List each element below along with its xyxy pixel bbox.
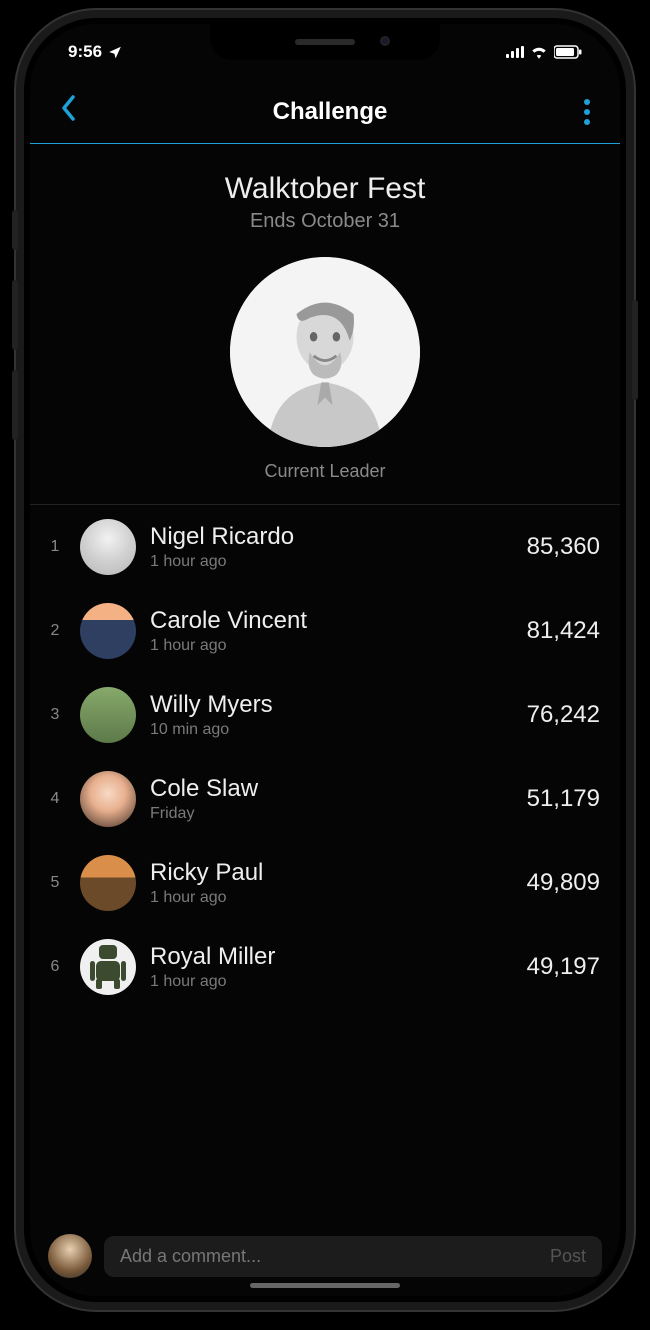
comment-input[interactable]: Add a comment... Post xyxy=(104,1236,602,1277)
home-indicator[interactable] xyxy=(250,1283,400,1288)
participant-score: 51,179 xyxy=(527,785,600,813)
participant-updated: 1 hour ago xyxy=(150,637,513,655)
participant-avatar[interactable] xyxy=(80,603,136,659)
participant-updated: 1 hour ago xyxy=(150,889,513,907)
comment-placeholder: Add a comment... xyxy=(120,1246,261,1267)
rank-number: 4 xyxy=(44,790,66,808)
notch xyxy=(210,24,440,60)
leader-avatar[interactable] xyxy=(230,257,420,447)
leaderboard-list[interactable]: 1 Nigel Ricardo 1 hour ago 85,360 2 Caro… xyxy=(30,505,620,1224)
participant-avatar[interactable] xyxy=(80,855,136,911)
challenge-header: Walktober Fest Ends October 31 xyxy=(30,144,620,505)
rank-number: 2 xyxy=(44,622,66,640)
dot-icon xyxy=(584,109,590,115)
leaderboard-row[interactable]: 2 Carole Vincent 1 hour ago 81,424 xyxy=(30,589,620,673)
participant-updated: 1 hour ago xyxy=(150,553,513,571)
leaderboard-row[interactable]: 3 Willy Myers 10 min ago 76,242 xyxy=(30,673,620,757)
dot-icon xyxy=(584,119,590,125)
speaker-grille xyxy=(295,39,355,45)
participant-name: Cole Slaw xyxy=(150,775,513,803)
participant-updated: 10 min ago xyxy=(150,721,513,739)
participant-updated: 1 hour ago xyxy=(150,973,513,991)
volume-up-button xyxy=(12,280,18,350)
cellular-icon xyxy=(506,46,524,58)
participant-score: 85,360 xyxy=(527,533,600,561)
participant-updated: Friday xyxy=(150,805,513,823)
wifi-icon xyxy=(530,45,548,59)
participant-avatar[interactable] xyxy=(80,771,136,827)
leaderboard-row[interactable]: 6 Royal Miller 1 hour ago 4 xyxy=(30,925,620,1009)
side-button xyxy=(12,210,18,250)
back-button[interactable] xyxy=(52,88,84,135)
navbar: Challenge xyxy=(30,80,620,144)
more-options-button[interactable] xyxy=(576,91,598,133)
participant-score: 81,424 xyxy=(527,617,600,645)
participant-score: 49,809 xyxy=(527,869,600,897)
challenge-end-date: Ends October 31 xyxy=(30,210,620,233)
challenge-name: Walktober Fest xyxy=(30,172,620,206)
screen: 9:56 xyxy=(30,24,620,1296)
participant-name: Ricky Paul xyxy=(150,859,513,887)
robot-icon xyxy=(91,945,125,989)
page-title: Challenge xyxy=(273,98,388,126)
participant-name: Royal Miller xyxy=(150,943,513,971)
participant-score: 49,197 xyxy=(527,953,600,981)
front-camera xyxy=(380,36,390,46)
post-button[interactable]: Post xyxy=(550,1246,586,1267)
leaderboard-row[interactable]: 4 Cole Slaw Friday 51,179 xyxy=(30,757,620,841)
rank-number: 5 xyxy=(44,874,66,892)
participant-name: Carole Vincent xyxy=(150,607,513,635)
participant-avatar[interactable] xyxy=(80,519,136,575)
leaderboard-row[interactable]: 5 Ricky Paul 1 hour ago 49,809 xyxy=(30,841,620,925)
rank-number: 6 xyxy=(44,958,66,976)
rank-number: 3 xyxy=(44,706,66,724)
participant-score: 76,242 xyxy=(527,701,600,729)
power-button xyxy=(632,300,638,400)
rank-number: 1 xyxy=(44,538,66,556)
location-icon xyxy=(108,45,122,59)
user-avatar[interactable] xyxy=(48,1234,92,1278)
status-time: 9:56 xyxy=(68,42,102,62)
volume-down-button xyxy=(12,370,18,440)
phone-frame: 9:56 xyxy=(16,10,634,1310)
participant-name: Nigel Ricardo xyxy=(150,523,513,551)
dot-icon xyxy=(584,99,590,105)
participant-name: Willy Myers xyxy=(150,691,513,719)
participant-avatar[interactable] xyxy=(80,939,136,995)
battery-icon xyxy=(554,45,582,59)
leader-label: Current Leader xyxy=(30,461,620,482)
participant-avatar[interactable] xyxy=(80,687,136,743)
leaderboard-row[interactable]: 1 Nigel Ricardo 1 hour ago 85,360 xyxy=(30,505,620,589)
